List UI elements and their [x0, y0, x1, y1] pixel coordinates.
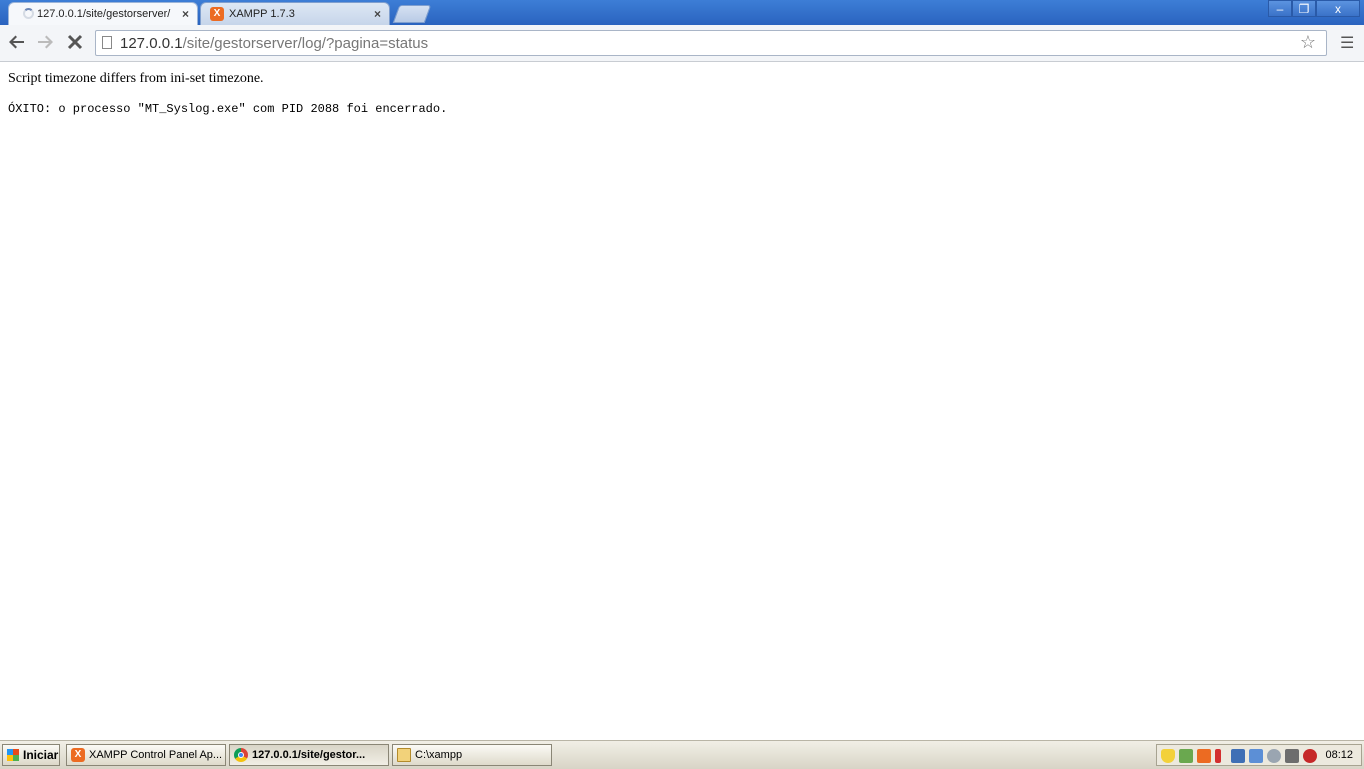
network-tray-icon[interactable] — [1179, 749, 1193, 763]
xampp-favicon-icon: X — [210, 7, 224, 21]
tab-gestorserver[interactable]: 127.0.0.1/site/gestorserver/ × — [8, 2, 198, 25]
security-shield-icon[interactable] — [1161, 749, 1175, 763]
windows-taskbar: Iniciar X XAMPP Control Panel Ap... 127.… — [0, 740, 1364, 769]
stop-button[interactable] — [66, 33, 84, 54]
tab-close-button[interactable]: × — [374, 7, 381, 21]
tab-xampp[interactable]: X XAMPP 1.7.3 × — [200, 2, 390, 25]
url-path: /site/gestorserver/log/?pagina=status — [182, 35, 429, 52]
xampp-tray-icon[interactable] — [1197, 749, 1211, 763]
antivirus-tray-icon[interactable] — [1303, 749, 1317, 763]
restore-button[interactable]: ❐ — [1292, 0, 1316, 17]
computer-tray-icon[interactable] — [1231, 749, 1245, 763]
address-bar[interactable]: 127.0.0.1/site/gestorserver/log/?pagina=… — [95, 30, 1327, 56]
chrome-icon — [234, 748, 248, 762]
url-host: 127.0.0.1 — [120, 35, 183, 52]
network-connections-icon[interactable] — [1249, 749, 1263, 763]
forward-button[interactable] — [36, 33, 54, 54]
clock: 08:12 — [1325, 749, 1353, 761]
tab-title: XAMPP 1.7.3 — [229, 8, 295, 20]
process-result-text: ÓXITO: o processo "MT_Syslog.exe" com PI… — [8, 102, 448, 116]
taskbar-item-label: C:\xampp — [415, 749, 463, 761]
start-button[interactable]: Iniciar — [2, 744, 60, 766]
loading-spinner-icon — [23, 8, 34, 19]
wrench-menu-icon[interactable]: ☰ — [1340, 33, 1354, 53]
timezone-warning-text: Script timezone differs from ini-set tim… — [8, 71, 264, 86]
taskbar-item-label: 127.0.0.1/site/gestor... — [252, 749, 366, 761]
minimize-button[interactable]: – — [1268, 0, 1292, 17]
taskbar-item-label: XAMPP Control Panel Ap... — [89, 749, 223, 761]
stop-x-icon — [67, 34, 83, 50]
arrow-right-icon — [38, 35, 53, 49]
xampp-icon: X — [71, 748, 85, 762]
taskbar-item-xampp-control[interactable]: X XAMPP Control Panel Ap... — [66, 744, 226, 766]
windows-logo-icon — [7, 749, 19, 761]
close-window-button[interactable]: x — [1316, 0, 1360, 17]
arrow-left-icon — [9, 35, 24, 49]
system-tray: 08:12 — [1156, 744, 1362, 766]
taskbar-item-folder[interactable]: C:\xampp — [392, 744, 552, 766]
update-tray-icon[interactable] — [1267, 749, 1281, 763]
start-label: Iniciar — [23, 748, 59, 762]
flag-tray-icon[interactable] — [1215, 749, 1221, 763]
tab-title: 127.0.0.1/site/gestorserver/ — [37, 8, 171, 20]
page-icon — [102, 36, 112, 49]
browser-toolbar: 127.0.0.1/site/gestorserver/log/?pagina=… — [0, 25, 1364, 62]
browser-titlebar: 127.0.0.1/site/gestorserver/ × X XAMPP 1… — [0, 0, 1364, 25]
folder-icon — [397, 748, 411, 762]
bookmark-star-icon[interactable]: ☆ — [1300, 32, 1316, 53]
back-button[interactable] — [8, 33, 26, 54]
vm-tray-icon[interactable] — [1285, 749, 1299, 763]
new-tab-button[interactable] — [392, 5, 432, 23]
taskbar-item-browser[interactable]: 127.0.0.1/site/gestor... — [229, 744, 389, 766]
page-content: Script timezone differs from ini-set tim… — [0, 62, 1364, 740]
tab-close-button[interactable]: × — [182, 7, 189, 21]
url-text[interactable]: 127.0.0.1/site/gestorserver/log/?pagina=… — [120, 35, 428, 52]
